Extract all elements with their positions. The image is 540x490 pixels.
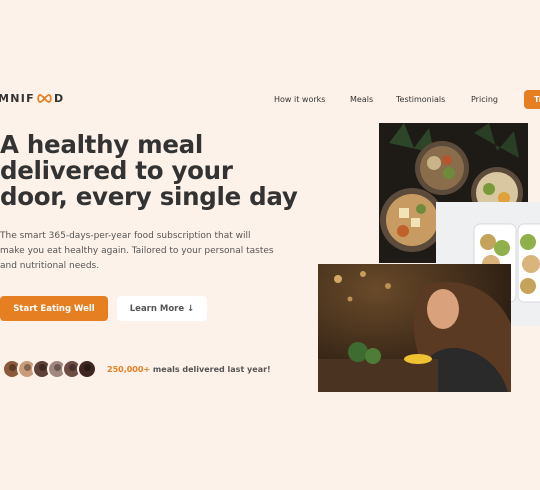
nav-testimonials[interactable]: Testimonials bbox=[396, 95, 445, 104]
delivered-count: 250,000+ bbox=[107, 365, 151, 374]
nav-pricing[interactable]: Pricing bbox=[471, 95, 498, 104]
woman-eating-photo bbox=[318, 264, 511, 392]
delivered-label: meals delivered last year! bbox=[150, 365, 271, 374]
nav-how-it-works[interactable]: How it works bbox=[274, 95, 325, 104]
start-eating-button[interactable]: Start Eating Well bbox=[0, 296, 108, 321]
omnifood-logo[interactable]: MNIF D bbox=[0, 92, 64, 105]
meals-delivered-text: 250,000+ meals delivered last year! bbox=[107, 365, 271, 374]
hero-description: The smart 365-days-per-year food subscri… bbox=[0, 231, 274, 271]
logo-text-right: D bbox=[53, 92, 65, 105]
logo-text-left: MNIF bbox=[0, 92, 35, 105]
infinity-logo-icon bbox=[36, 94, 53, 103]
customer-avatars bbox=[2, 359, 97, 379]
learn-more-button[interactable]: Learn More ↓ bbox=[117, 296, 207, 321]
avatar bbox=[77, 359, 97, 379]
nav-cta-button[interactable]: Tr bbox=[524, 90, 540, 109]
hero-title: A healthy meal delivered to your door, e… bbox=[0, 130, 298, 211]
nav-meals[interactable]: Meals bbox=[350, 95, 373, 104]
